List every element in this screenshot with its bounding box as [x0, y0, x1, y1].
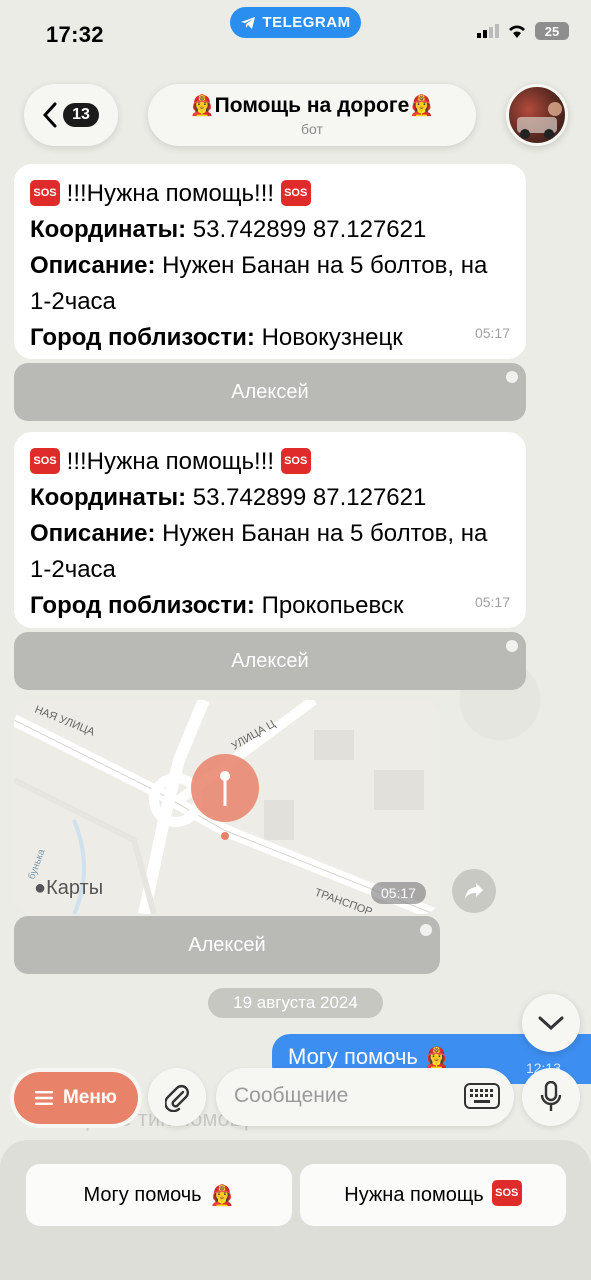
- sos-icon: SOS: [30, 447, 60, 474]
- inline-button-label: Алексей: [188, 933, 266, 956]
- signal-icon: [477, 24, 499, 38]
- city-line: Город поблизости: Прокопьевск: [30, 588, 510, 624]
- telegram-return-pill[interactable]: TELEGRAM: [230, 7, 361, 38]
- message-input[interactable]: Сообщение: [216, 1068, 514, 1126]
- scroll-down-button[interactable]: [522, 994, 580, 1052]
- status-icons: 25: [477, 22, 569, 40]
- user-icon: [506, 371, 518, 383]
- keyboard-button-label: Могу помочь: [83, 1183, 202, 1206]
- sos-icon: SOS: [491, 1180, 522, 1206]
- microphone-button[interactable]: [522, 1068, 580, 1126]
- maps-brand-text: Карты: [46, 877, 104, 899]
- chat-title-text: Помощь на дороге: [214, 94, 410, 117]
- city-label: Город поблизости:: [30, 592, 255, 619]
- coords-value: 53.742899 87.127621: [192, 484, 427, 511]
- user-icon: [506, 640, 518, 652]
- microphone-icon: [540, 1081, 562, 1111]
- firefighter-emoji-icon: 👩‍🚒: [424, 1047, 449, 1069]
- chevron-down-icon: [538, 1016, 564, 1030]
- inline-button-aleksey-1[interactable]: Алексей: [14, 363, 526, 421]
- unread-count-badge: 13: [63, 103, 99, 127]
- coords-line: Координаты: 53.742899 87.127621: [30, 212, 510, 248]
- keyboard-icon[interactable]: [464, 1083, 500, 1109]
- attach-button[interactable]: [148, 1068, 206, 1126]
- status-bar: 17:32 TELEGRAM 25: [0, 0, 591, 60]
- firefighter-emoji-icon: 👩‍🚒: [189, 95, 215, 117]
- desc-line: Описание: Нужен Банан на 5 болтов, на 1-…: [30, 248, 510, 320]
- message-time: 05:17: [474, 325, 510, 341]
- share-arrow-icon: [465, 883, 483, 899]
- bot-keyboard: Могу помочь 👩‍🚒 Нужна помощь SOS: [0, 1140, 591, 1280]
- back-button[interactable]: 13: [24, 84, 118, 146]
- message-header: SOS !!!Нужна помощь!!! SOS: [30, 176, 510, 212]
- coords-value: 53.742899 87.127621: [192, 216, 427, 243]
- city-value: Новокузнецк: [261, 324, 403, 351]
- chat-title: 👩‍🚒Помощь на дороге👩‍🚒: [148, 93, 476, 118]
- city-value: Прокопьевск: [261, 592, 404, 619]
- apple-logo-icon: ●: [34, 877, 47, 899]
- inline-button-aleksey-2[interactable]: Алексей: [14, 632, 526, 690]
- bot-avatar[interactable]: [506, 84, 568, 146]
- keyboard-button-label: Нужна помощь: [344, 1183, 484, 1206]
- keyboard-button-can-help[interactable]: Могу помочь 👩‍🚒: [26, 1164, 292, 1226]
- message-header-text: !!!Нужна помощь!!!: [66, 448, 275, 475]
- inline-button-aleksey-3[interactable]: Алексей: [14, 916, 440, 974]
- chat-title-pill[interactable]: 👩‍🚒Помощь на дороге👩‍🚒 бот: [148, 84, 476, 146]
- maps-brand: ●Карты: [34, 877, 103, 900]
- city-line: Город поблизости: Новокузнецк: [30, 320, 510, 356]
- desc-label: Описание:: [30, 520, 156, 547]
- telegram-pill-label: TELEGRAM: [262, 14, 351, 31]
- firefighter-emoji-icon: 👩‍🚒: [209, 1184, 235, 1207]
- sos-icon: SOS: [280, 179, 311, 206]
- coords-label: Координаты:: [30, 216, 187, 243]
- coords-label: Координаты:: [30, 484, 187, 511]
- paperclip-icon: [165, 1085, 189, 1112]
- sos-icon: SOS: [280, 447, 311, 474]
- user-icon: [420, 924, 432, 936]
- menu-button[interactable]: Меню: [14, 1072, 138, 1124]
- desc-line: Описание: Нужен Банан на 5 болтов, на 1-…: [30, 516, 510, 588]
- date-separator: 19 августа 2024: [208, 988, 383, 1018]
- chat-subtitle: бот: [301, 121, 323, 137]
- inline-button-label: Алексей: [231, 380, 309, 403]
- wifi-icon: [509, 25, 525, 38]
- message-header: SOS !!!Нужна помощь!!! SOS: [30, 444, 510, 480]
- menu-button-label: Меню: [62, 1087, 118, 1108]
- message-time: 05:17: [370, 882, 426, 904]
- message-header-text: !!!Нужна помощь!!!: [66, 180, 275, 207]
- outgoing-text: Могу помочь: [288, 1044, 418, 1069]
- share-button[interactable]: [452, 869, 496, 913]
- sos-icon: SOS: [30, 179, 60, 206]
- desc-label: Описание:: [30, 252, 156, 279]
- status-time: 17:32: [46, 22, 104, 47]
- firefighter-emoji-icon: 👩‍🚒: [409, 95, 435, 117]
- message-time: 05:17: [474, 594, 510, 610]
- keyboard-button-need-help[interactable]: Нужна помощь SOS: [300, 1164, 566, 1226]
- city-label: Город поблизости:: [30, 324, 255, 351]
- battery-icon: 25: [535, 22, 569, 40]
- coords-line: Координаты: 53.742899 87.127621: [30, 480, 510, 516]
- location-map[interactable]: НАЯ УЛИЦА УЛИЦА Ц ТРАНСПОР бунька ●Карты…: [14, 700, 440, 914]
- chevron-left-icon: [43, 102, 57, 128]
- telegram-plane-icon: [241, 16, 256, 29]
- bot-message-1: SOS !!!Нужна помощь!!! SOS Координаты: 5…: [14, 164, 526, 359]
- message-input-placeholder: Сообщение: [234, 1084, 349, 1107]
- inline-button-label: Алексей: [231, 649, 309, 672]
- bot-message-2: SOS !!!Нужна помощь!!! SOS Координаты: 5…: [14, 432, 526, 628]
- menu-icon: [34, 1091, 53, 1105]
